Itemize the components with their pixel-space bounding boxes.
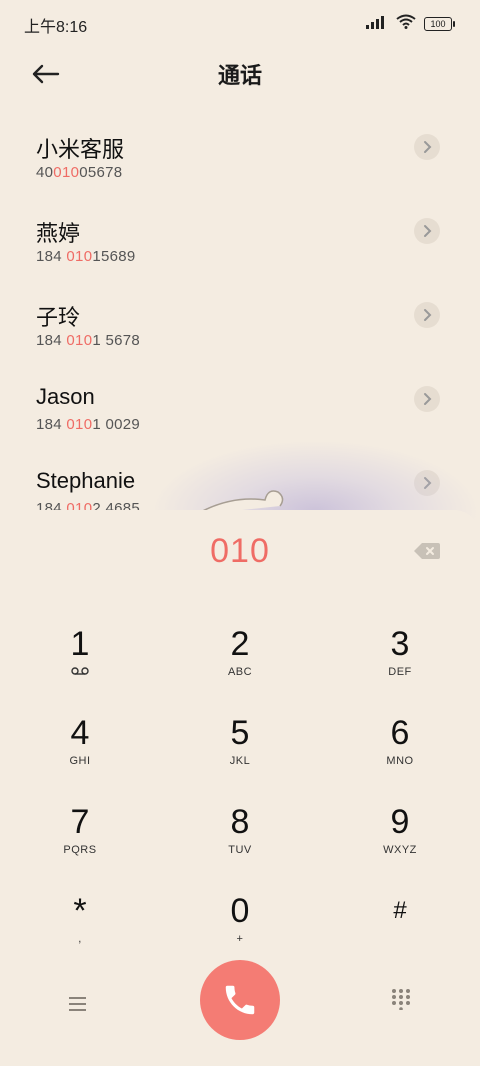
number-match: 010 bbox=[53, 164, 80, 181]
key-digit: # bbox=[393, 897, 407, 924]
key-digit: * bbox=[73, 892, 87, 930]
contact-detail-button[interactable] bbox=[414, 218, 440, 244]
key-hash[interactable]: # bbox=[340, 891, 460, 971]
key-7[interactable]: 7 PQRS bbox=[20, 802, 140, 882]
key-9[interactable]: 9 WXYZ bbox=[340, 802, 460, 882]
page-title: 通话 bbox=[217, 63, 262, 88]
number-prefix: 184 bbox=[36, 332, 67, 349]
call-button[interactable] bbox=[200, 960, 280, 1040]
contact-detail-button[interactable] bbox=[414, 302, 440, 328]
contact-name: 燕婷 bbox=[36, 221, 81, 246]
key-letters: WXYZ bbox=[383, 844, 417, 856]
key-digit: 4 bbox=[70, 714, 90, 752]
key-letters: , bbox=[78, 933, 82, 945]
key-digit: 5 bbox=[230, 714, 250, 752]
number-match: 010 bbox=[66, 416, 93, 433]
contact-item[interactable]: 燕婷 184 01015689 bbox=[0, 202, 480, 286]
key-letters: MNO bbox=[386, 755, 414, 767]
wifi-icon bbox=[396, 14, 416, 34]
backspace-icon bbox=[414, 543, 440, 559]
key-3[interactable]: 3 DEF bbox=[340, 624, 460, 704]
key-2[interactable]: 2 ABC bbox=[180, 624, 300, 704]
number-match: 010 bbox=[66, 332, 93, 349]
status-icons: 100 bbox=[366, 14, 455, 34]
key-letters: TUV bbox=[228, 844, 252, 856]
key-digit: 8 bbox=[230, 803, 250, 841]
key-letters: GHI bbox=[69, 755, 91, 767]
key-digit: 1 bbox=[70, 625, 90, 663]
key-5[interactable]: 5 JKL bbox=[180, 713, 300, 793]
signal-icon bbox=[366, 15, 388, 34]
voicemail-icon bbox=[20, 666, 140, 679]
key-digit: 6 bbox=[390, 714, 410, 752]
contact-detail-button[interactable] bbox=[414, 134, 440, 160]
key-4[interactable]: 4 GHI bbox=[20, 713, 140, 793]
chevron-right-icon bbox=[424, 141, 432, 153]
menu-icon bbox=[69, 997, 86, 1011]
key-letters: PQRS bbox=[63, 844, 97, 856]
keypad-toggle-button[interactable] bbox=[390, 988, 412, 1011]
key-letters: + bbox=[236, 933, 244, 945]
contact-name: 子玲 bbox=[36, 305, 81, 330]
dialed-number: 010 bbox=[210, 532, 270, 570]
key-letters: DEF bbox=[388, 666, 412, 678]
chevron-right-icon bbox=[424, 393, 432, 405]
dialpad-actions bbox=[0, 960, 480, 1050]
number-match: 010 bbox=[66, 248, 93, 265]
number-suffix: 15689 bbox=[92, 248, 136, 265]
number-prefix: 184 bbox=[36, 248, 67, 265]
phone-icon bbox=[225, 985, 255, 1015]
menu-button[interactable] bbox=[66, 994, 90, 1014]
key-digit: 2 bbox=[230, 625, 250, 663]
status-bar: 上午8:16 100 bbox=[0, 0, 480, 44]
chevron-right-icon bbox=[424, 309, 432, 321]
key-star[interactable]: * , bbox=[20, 891, 140, 971]
contact-item[interactable]: 子玲 184 0101 5678 bbox=[0, 286, 480, 370]
contact-detail-button[interactable] bbox=[414, 386, 440, 412]
dialpad-panel: 010 1 2 ABC 3 DEF 4 GHI 5 JKL 6 MNO 7 PQ… bbox=[0, 510, 480, 1066]
key-letters: JKL bbox=[229, 755, 251, 767]
backspace-button[interactable] bbox=[414, 542, 440, 560]
status-time: 上午8:16 bbox=[24, 19, 88, 36]
contact-name: Jason bbox=[36, 384, 95, 409]
number-prefix: 40 bbox=[36, 164, 54, 181]
number-prefix: 184 bbox=[36, 416, 67, 433]
contact-number: 184 0101 5678 bbox=[36, 332, 140, 349]
key-digit: 0 bbox=[230, 892, 250, 930]
contact-item[interactable]: 小米客服 4001005678 bbox=[0, 118, 480, 202]
contact-name: Stephanie bbox=[36, 468, 136, 493]
key-1[interactable]: 1 bbox=[20, 624, 140, 704]
key-digit: 9 bbox=[390, 803, 410, 841]
key-6[interactable]: 6 MNO bbox=[340, 713, 460, 793]
key-digit: 7 bbox=[70, 803, 90, 841]
battery-icon: 100 bbox=[424, 17, 455, 31]
key-digit: 3 bbox=[390, 625, 410, 663]
number-suffix: 1 0029 bbox=[92, 416, 141, 433]
header: 通话 bbox=[0, 44, 480, 104]
keypad-icon bbox=[392, 989, 410, 1011]
key-8[interactable]: 8 TUV bbox=[180, 802, 300, 882]
contact-number: 184 01015689 bbox=[36, 248, 136, 265]
number-suffix: 1 5678 bbox=[92, 332, 141, 349]
contact-number: 184 0101 0029 bbox=[36, 416, 140, 433]
contact-name: 小米客服 bbox=[36, 137, 125, 162]
key-letters: ABC bbox=[227, 666, 253, 678]
contact-number: 4001005678 bbox=[36, 164, 122, 181]
chevron-right-icon bbox=[424, 225, 432, 237]
key-0[interactable]: 0 + bbox=[180, 891, 300, 971]
number-suffix: 05678 bbox=[79, 164, 123, 181]
